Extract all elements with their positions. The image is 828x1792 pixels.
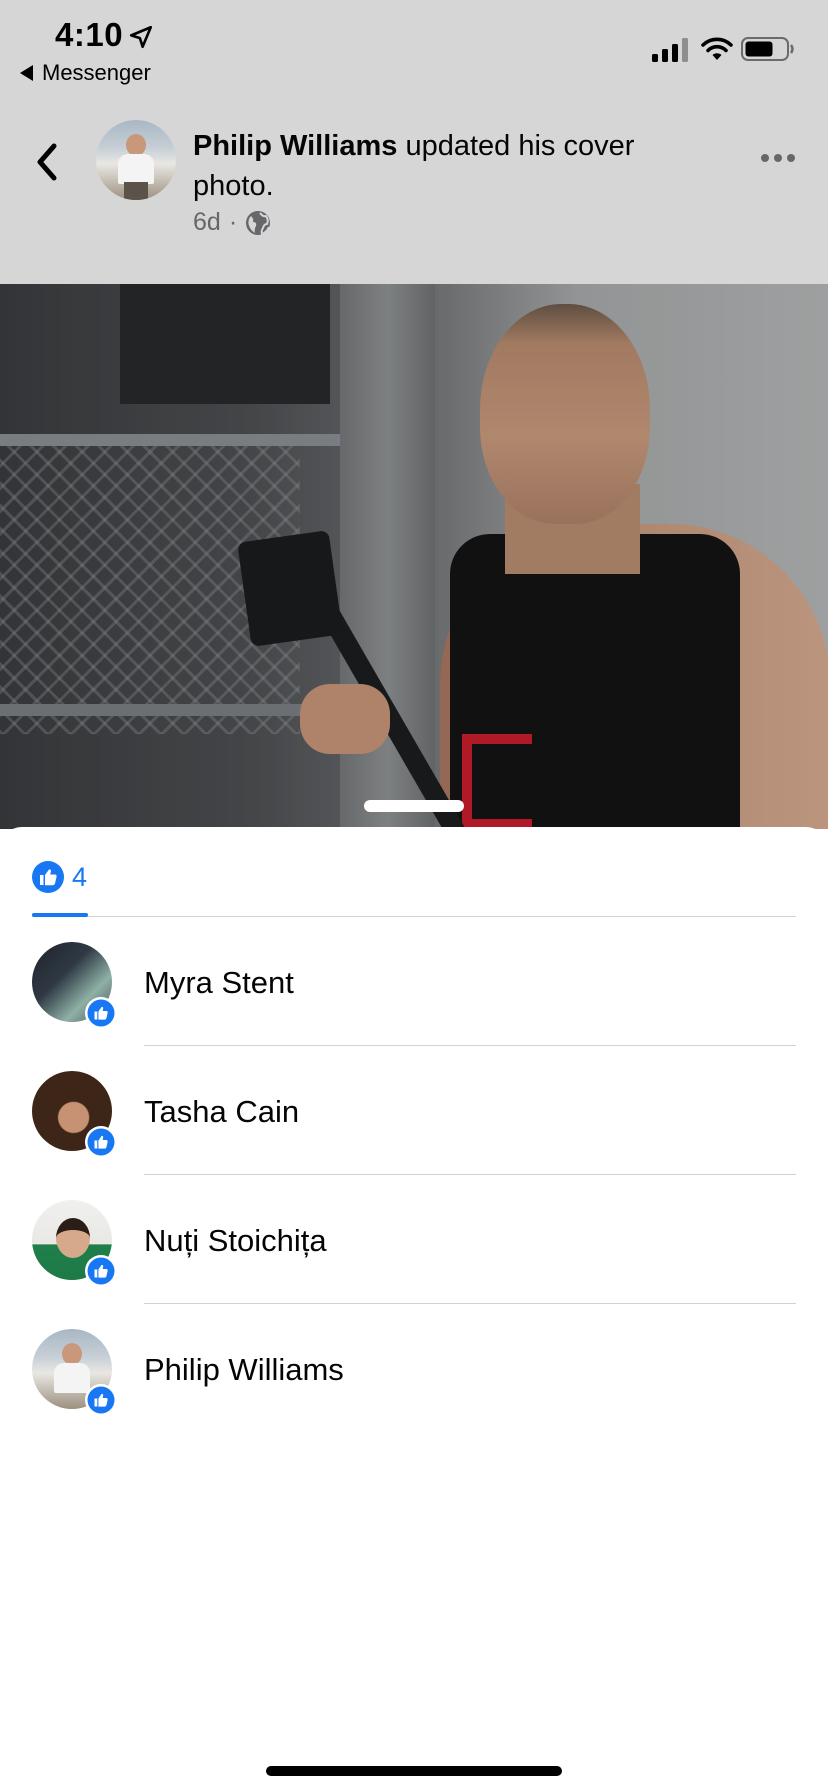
back-to-messenger-link[interactable]: Messenger [20, 60, 151, 86]
reactions-sheet: 4 Myra Stent Tasha Cain Nuți Stoichița P… [0, 827, 828, 1792]
reactor-name[interactable]: Philip Williams [144, 1352, 344, 1388]
battery-icon [741, 37, 794, 61]
cover-photo[interactable] [0, 284, 828, 829]
location-arrow-icon [129, 25, 153, 49]
wifi-icon [701, 37, 733, 60]
globe-icon [246, 210, 271, 235]
home-indicator[interactable] [266, 1766, 562, 1776]
post-meta: 6d · [193, 208, 271, 237]
post-age: 6d [193, 208, 221, 236]
sheet-grabber-handle[interactable] [364, 800, 464, 812]
like-badge-icon [85, 1126, 117, 1158]
like-badge-icon [85, 997, 117, 1029]
more-options-icon[interactable] [758, 138, 798, 178]
like-reaction-icon [32, 861, 64, 893]
author-name-link[interactable]: Philip Williams [193, 130, 397, 162]
like-badge-icon [85, 1384, 117, 1416]
reactor-row[interactable]: Philip Williams [0, 1304, 828, 1433]
dimmed-background[interactable]: 4:10 Messenger Philip Williams updated h… [0, 0, 828, 284]
reactor-row[interactable]: Myra Stent [0, 917, 828, 1046]
post-header: Philip Williams updated his cover photo.… [0, 110, 828, 260]
cellular-signal-icon [652, 38, 688, 62]
back-to-app-label: Messenger [42, 60, 151, 85]
author-avatar[interactable] [96, 120, 176, 200]
reactor-row[interactable]: Tasha Cain [0, 1046, 828, 1175]
reaction-count: 4 [72, 861, 88, 892]
reactor-row[interactable]: Nuți Stoichița [0, 1175, 828, 1304]
status-bar: 4:10 Messenger [0, 0, 828, 90]
like-badge-icon [85, 1255, 117, 1287]
reactor-name[interactable]: Tasha Cain [144, 1094, 299, 1130]
back-arrow-icon[interactable] [30, 140, 64, 184]
meta-separator: · [228, 208, 238, 236]
status-time: 4:10 [55, 16, 124, 53]
back-triangle-icon [20, 65, 33, 81]
post-title: Philip Williams updated his cover photo. [193, 126, 713, 206]
tab-like-reactions[interactable]: 4 [32, 857, 87, 897]
reactor-name[interactable]: Nuți Stoichița [144, 1223, 327, 1259]
reactor-name[interactable]: Myra Stent [144, 965, 294, 1001]
